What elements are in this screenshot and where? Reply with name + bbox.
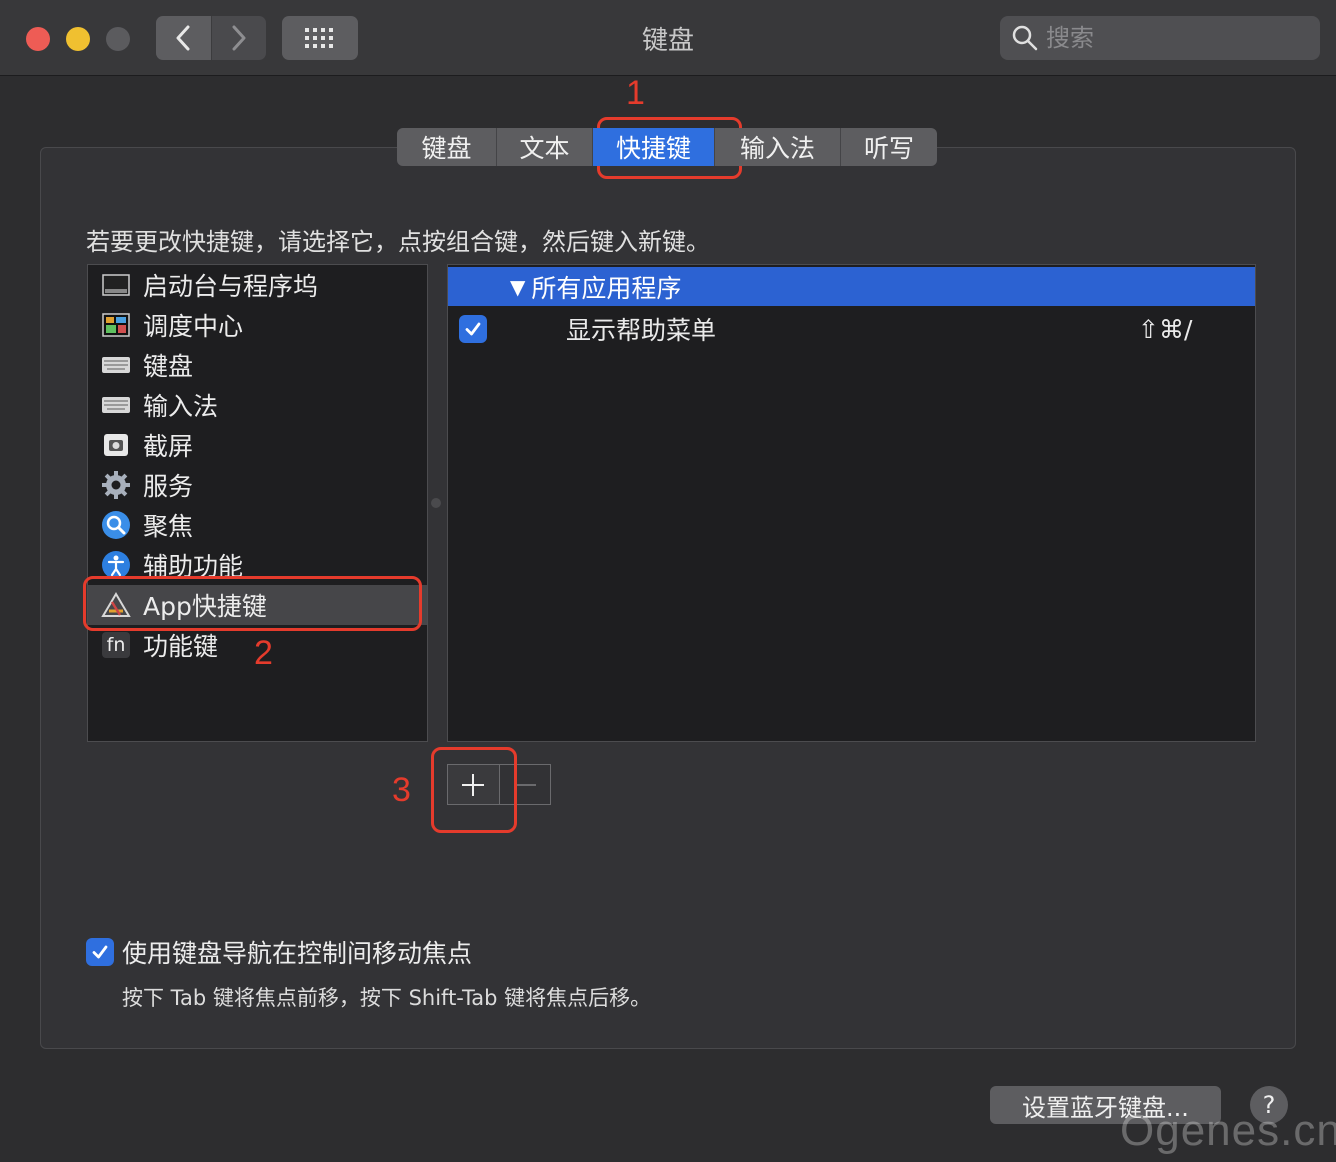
search-icon: [1012, 25, 1038, 51]
watermark-text: Ogenes.cn: [1120, 1106, 1336, 1155]
keyboard-icon: [101, 350, 131, 380]
chevron-left-icon: [176, 25, 190, 51]
tab-shortcuts[interactable]: 快捷键: [593, 128, 715, 166]
annotation-box-3: [431, 747, 517, 833]
tab-text[interactable]: 文本: [497, 128, 593, 166]
category-label: 输入法: [143, 392, 219, 421]
shortcut-list: ▼ 所有应用程序 显示帮助菜单 ⇧⌘/: [447, 264, 1256, 742]
grid-icon: [305, 28, 333, 48]
category-label: 截屏: [143, 432, 194, 461]
back-forward-group: [156, 16, 266, 60]
search-field[interactable]: [1000, 16, 1320, 60]
shortcut-row[interactable]: 显示帮助菜单 ⇧⌘/: [448, 309, 1255, 349]
annotation-box-2: [83, 576, 422, 631]
forward-button[interactable]: [210, 16, 266, 60]
category-item-services[interactable]: 服务: [88, 465, 427, 505]
checkmark-icon: [92, 945, 108, 959]
category-item-input-sources[interactable]: 输入法: [88, 385, 427, 425]
keyboard-navigation-note: 按下 Tab 键将焦点前移，按下 Shift-Tab 键将焦点后移。: [122, 986, 652, 1010]
chevron-right-icon: [232, 25, 246, 51]
back-button[interactable]: [156, 16, 211, 60]
shortcut-keys[interactable]: ⇧⌘/: [1138, 315, 1192, 344]
tab-dictation[interactable]: 听写: [841, 128, 937, 166]
keyboard-navigation-checkbox[interactable]: [86, 938, 114, 966]
keyboard-navigation-label: 使用键盘导航在控制间移动焦点: [122, 939, 473, 968]
dock-icon: [101, 270, 131, 300]
category-label: 调度中心: [143, 312, 244, 341]
instruction-text: 若要更改快捷键，请选择它，点按组合键，然后键入新键。: [86, 228, 710, 256]
tab-input-sources[interactable]: 输入法: [715, 128, 841, 166]
tab-keyboard[interactable]: 键盘: [397, 128, 497, 166]
shortcut-group-header[interactable]: ▼ 所有应用程序: [448, 267, 1255, 306]
annotation-number-2: 2: [254, 634, 273, 672]
close-window-button[interactable]: [26, 27, 50, 51]
category-label: 启动台与程序坞: [143, 272, 319, 301]
category-item-keyboard[interactable]: 键盘: [88, 345, 427, 385]
checkmark-icon: [465, 322, 481, 336]
keyboard-navigation-option[interactable]: 使用键盘导航在控制间移动焦点: [86, 934, 472, 970]
tab-bar: 键盘 文本 快捷键 输入法 听写: [397, 128, 937, 166]
fn-icon: fn: [101, 630, 131, 660]
search-input[interactable]: [1046, 24, 1306, 52]
category-label: 聚焦: [143, 512, 194, 541]
screenshot-icon: [101, 430, 131, 460]
category-item-mission-control[interactable]: 调度中心: [88, 305, 427, 345]
zoom-window-button[interactable]: [106, 27, 130, 51]
category-item-spotlight[interactable]: 聚焦: [88, 505, 427, 545]
category-item-screenshots[interactable]: 截屏: [88, 425, 427, 465]
spotlight-icon: [101, 510, 131, 540]
show-all-button[interactable]: [282, 16, 358, 60]
title-bar: 键盘: [0, 0, 1336, 76]
category-label: 键盘: [143, 352, 194, 381]
fn-key-text: fn: [102, 632, 130, 658]
annotation-number-1: 1: [626, 74, 645, 112]
minimize-window-button[interactable]: [66, 27, 90, 51]
mission-control-icon: [101, 310, 131, 340]
category-item-launchpad-dock[interactable]: 启动台与程序坞: [88, 265, 427, 305]
disclosure-triangle-icon[interactable]: ▼: [510, 275, 525, 299]
shortcut-group-label: 所有应用程序: [531, 273, 682, 303]
window-title: 键盘: [641, 26, 694, 56]
gear-icon: [101, 470, 131, 500]
shortcut-enabled-checkbox[interactable]: [459, 315, 487, 343]
annotation-number-3: 3: [392, 771, 411, 809]
split-view-divider[interactable]: [431, 498, 441, 508]
shortcut-label: 显示帮助菜单: [566, 316, 717, 345]
keyboard-icon: [101, 390, 131, 420]
category-label: 服务: [143, 472, 194, 501]
category-label: 功能键: [143, 632, 219, 661]
